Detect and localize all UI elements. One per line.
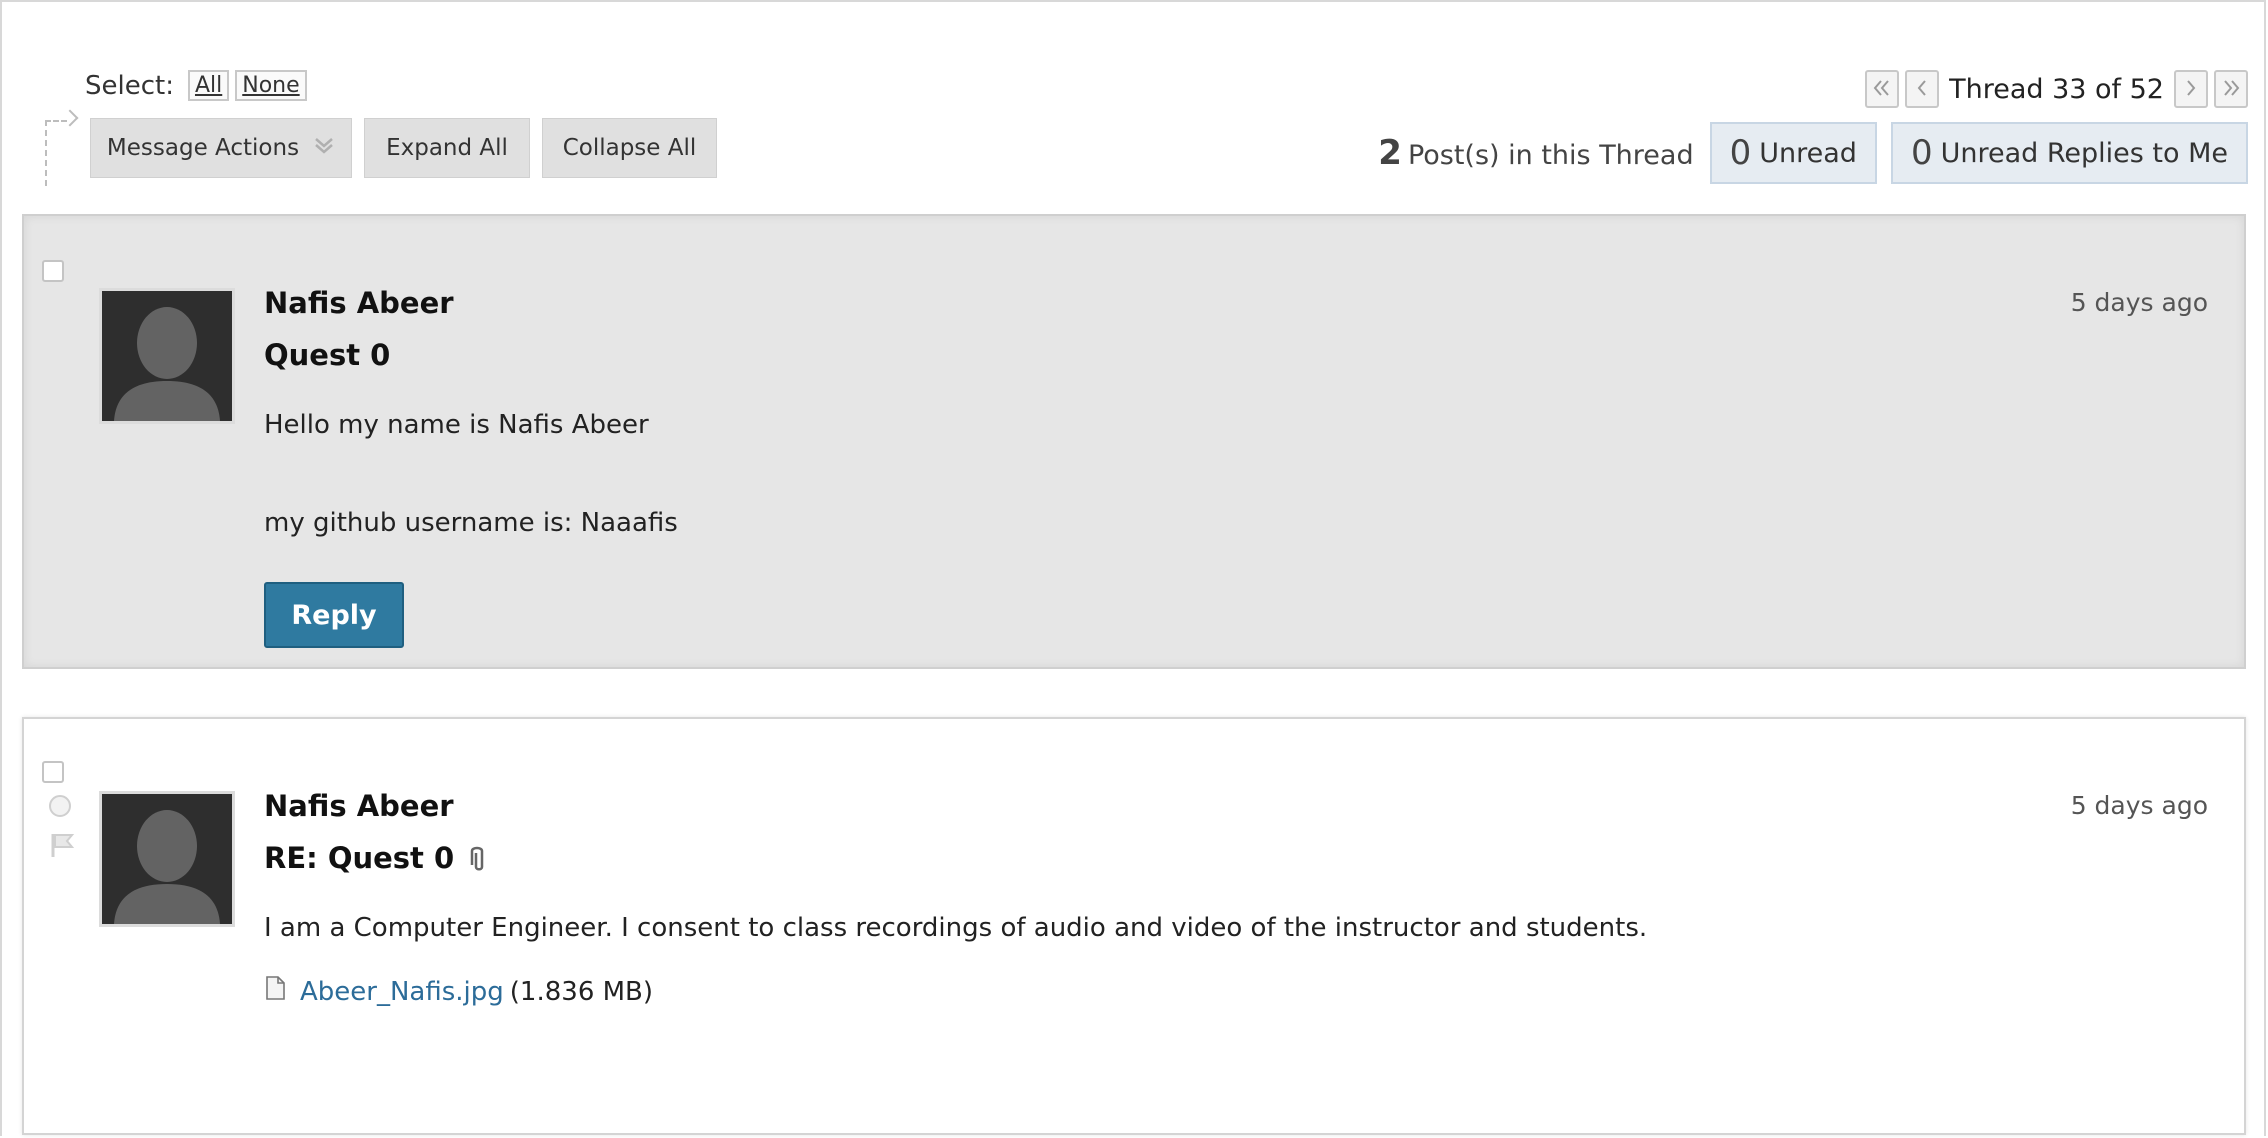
reply-button[interactable]: Reply [264,582,404,648]
thread-counts: 2 Post(s) in this Thread 0 Unread 0 Unrea… [1378,122,2248,184]
select-none-link[interactable]: None [235,70,307,101]
flag-icon[interactable] [50,832,76,858]
chevron-left-icon [1915,75,1929,103]
post-author[interactable]: Nafis Abeer [264,286,454,320]
unread-replies-filter[interactable]: 0 Unread Replies to Me [1890,122,2248,184]
avatar [99,791,235,927]
post-card: Nafis Abeer RE: Quest 0 5 days ago I am … [22,717,2246,1135]
select-label: Select: [85,70,174,101]
message-actions-label: Message Actions [106,135,300,161]
attachment-link[interactable]: Abeer_Nafis.jpg [300,977,504,1007]
collapse-all-button[interactable]: Collapse All [542,118,717,178]
first-thread-button[interactable] [1865,70,1900,108]
post-body-line: my github username is: Naaafis [264,508,678,538]
double-chevron-left-icon [1872,75,1892,103]
unread-replies-label: Unread Replies to Me [1940,137,2228,169]
unread-count-number: 0 [1729,133,1752,173]
unread-filter[interactable]: 0 Unread [1709,122,1877,184]
tree-connector [45,120,47,186]
double-chevron-right-icon [2221,75,2241,103]
select-row: Select: All None [85,70,307,101]
select-all-link[interactable]: All [187,70,230,101]
prev-thread-button[interactable] [1905,70,1940,108]
post-author[interactable]: Nafis Abeer [264,789,454,823]
post-subject-row: RE: Quest 0 [264,841,488,875]
thread-position: Thread 33 of 52 [1949,73,2164,105]
attachment-size: (1.836 MB) [509,976,654,1007]
post-select-checkbox[interactable] [42,260,64,282]
post-timestamp: 5 days ago [2070,288,2208,317]
next-thread-button[interactable] [2174,70,2208,108]
avatar [99,288,235,424]
expand-all-button[interactable]: Expand All [364,118,530,178]
chevron-right-icon [2184,75,2198,103]
post-timestamp: 5 days ago [2070,791,2208,820]
unread-count-label: Unread [1759,137,1857,169]
post-subject: RE: Quest 0 [264,841,455,875]
default-avatar-icon [102,794,232,924]
unread-replies-number: 0 [1910,133,1933,173]
last-thread-button[interactable] [2214,70,2248,108]
expand-all-label: Expand All [386,135,508,161]
posts-count-number: 2 [1378,133,1402,173]
read-status-icon[interactable] [49,795,71,817]
paperclip-icon [466,843,488,873]
posts-count-label: Post(s) in this Thread [1407,140,1694,171]
message-actions-button[interactable]: Message Actions [90,118,352,178]
post-body-line: I am a Computer Engineer. I consent to c… [264,913,1648,943]
chevron-down-icon [313,134,335,162]
file-icon [264,975,286,1008]
default-avatar-icon [102,291,232,421]
post-card: Nafis Abeer Quest 0 5 days ago Hello my … [22,214,2246,669]
post-subject: Quest 0 [264,338,391,372]
thread-pager: Thread 33 of 52 [1865,70,2248,108]
post-body-line: Hello my name is Nafis Abeer [264,410,649,440]
attachment: Abeer_Nafis.jpg (1.836 MB) [264,975,653,1008]
collapse-all-label: Collapse All [562,135,697,161]
posts-count: 2 Post(s) in this Thread [1378,133,1693,173]
post-select-checkbox[interactable] [42,761,64,783]
